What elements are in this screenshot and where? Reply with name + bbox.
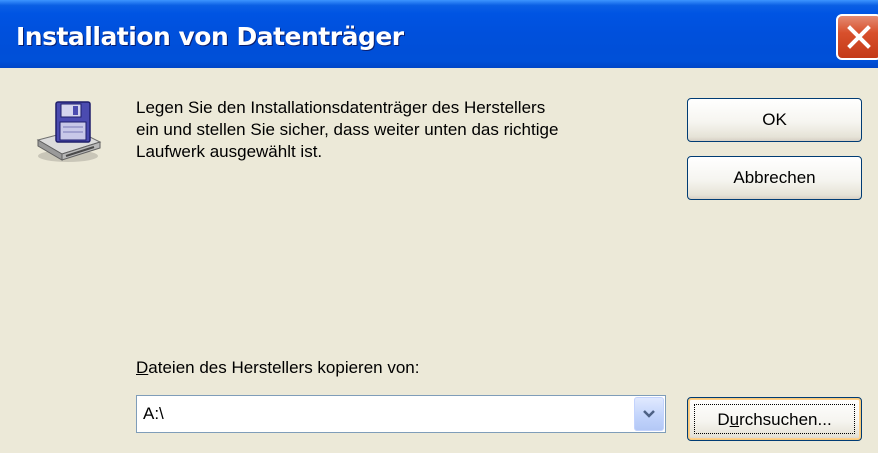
browse-label-mnemonic: u (729, 410, 740, 429)
install-from-disk-dialog: Installation von Datenträger Legen Sie d… (0, 0, 878, 453)
chevron-down-icon (643, 410, 655, 418)
title-bar[interactable]: Installation von Datenträger (0, 0, 878, 68)
close-icon (847, 25, 871, 49)
window-title: Installation von Datenträger (16, 22, 404, 51)
instruction-line: Laufwerk ausgewählt ist. (136, 142, 323, 161)
copy-from-label-mnemonic: D (136, 358, 149, 377)
browse-label-end: rchsuchen... (739, 410, 832, 429)
browse-label-start: D (717, 410, 730, 429)
browse-button-label: Durchsuchen... (694, 404, 855, 434)
instruction-line: Legen Sie den Installationsdatenträger d… (136, 98, 546, 117)
copy-from-path-value[interactable]: A:\ (143, 404, 164, 424)
browse-button[interactable]: Durchsuchen... (687, 397, 862, 441)
path-dropdown-button[interactable] (634, 397, 664, 431)
copy-from-label-text: ateien des Herstellers kopieren von: (148, 358, 420, 377)
copy-from-path-combobox[interactable]: A:\ (136, 395, 666, 433)
floppy-disk-drive-icon (32, 90, 112, 175)
instruction-line: ein und stellen Sie sicher, dass weiter … (136, 120, 559, 139)
cancel-button[interactable]: Abbrechen (687, 156, 862, 200)
copy-from-label: Dateien des Herstellers kopieren von: (136, 358, 419, 378)
ok-button[interactable]: OK (687, 98, 862, 142)
instruction-text: Legen Sie den Installationsdatenträger d… (136, 97, 676, 163)
close-button[interactable] (836, 14, 878, 60)
